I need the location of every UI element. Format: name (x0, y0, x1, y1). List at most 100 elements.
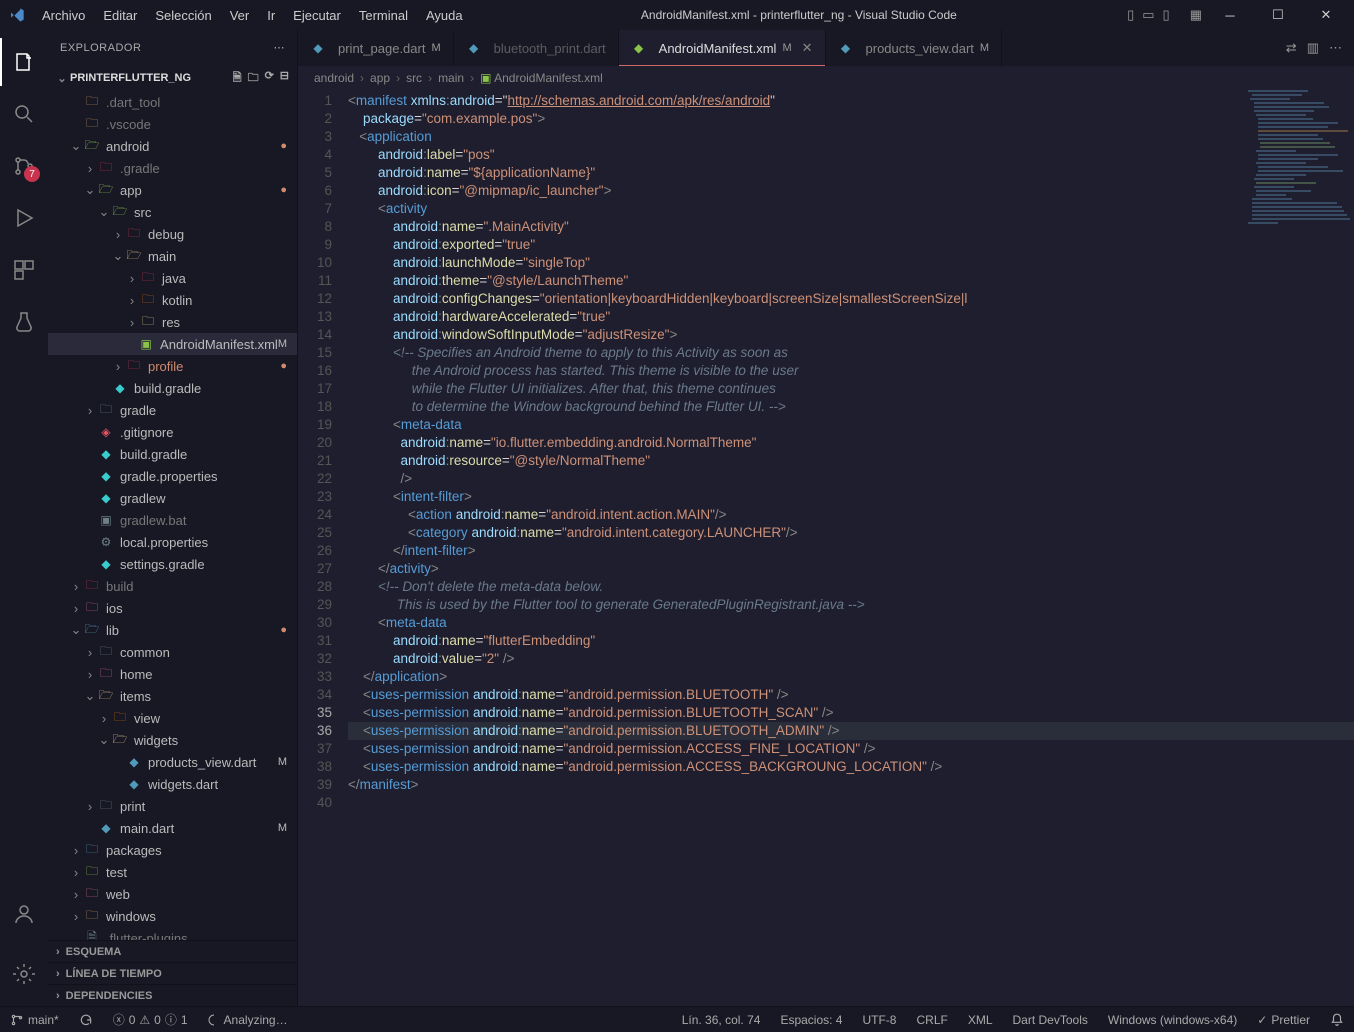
layout-sidebar-left-icon[interactable]: ▯ (1127, 7, 1134, 23)
tree-item[interactable]: ◆widgets.dart (48, 773, 297, 795)
tree-item[interactable]: ›🗀build (48, 575, 297, 597)
extensions-activity-icon[interactable] (0, 246, 48, 294)
tree-item[interactable]: ›🗀windows (48, 905, 297, 927)
menu-view[interactable]: Ver (222, 4, 258, 27)
tree-item[interactable]: ▣gradlew.bat (48, 509, 297, 531)
status-encoding[interactable]: UTF-8 (852, 1013, 906, 1027)
tree-item[interactable]: ◆main.dartM (48, 817, 297, 839)
tree-item[interactable]: 🗀.dart_tool (48, 91, 297, 113)
tree-item[interactable]: ⌄🗁app● (48, 179, 297, 201)
tree-item[interactable]: ⌄🗁lib● (48, 619, 297, 641)
tree-item[interactable]: ›🗀java (48, 267, 297, 289)
tree-item[interactable]: ◆settings.gradle (48, 553, 297, 575)
breadcrumb-item[interactable]: ▣ AndroidManifest.xml (480, 71, 603, 85)
status-linecol[interactable]: Lín. 36, col. 74 (672, 1013, 771, 1027)
tree-item[interactable]: ◆build.gradle (48, 443, 297, 465)
dependencies-panel[interactable]: ›DEPENDENCIES (48, 984, 297, 1006)
tree-item[interactable]: ▣AndroidManifest.xmlM (48, 333, 297, 355)
tree-item[interactable]: ◆gradlew (48, 487, 297, 509)
refresh-icon[interactable]: ⟳ (265, 69, 274, 88)
compare-changes-icon[interactable]: ⇄ (1286, 40, 1297, 56)
editor-tab[interactable]: ◆AndroidManifest.xmlM✕ (619, 30, 826, 66)
file-tree[interactable]: 🗀.dart_tool🗀.vscode⌄🗁android●›🗀.gradle⌄🗁… (48, 91, 297, 940)
close-window-button[interactable]: ✕ (1306, 0, 1346, 30)
tree-item[interactable]: ›🗀view (48, 707, 297, 729)
status-problems[interactable]: ⓧ0 ⚠0 ⓘ1 (103, 1011, 198, 1028)
layout-sidebar-right-icon[interactable]: ▯ (1163, 7, 1170, 23)
status-devtools[interactable]: Dart DevTools (1003, 1013, 1098, 1027)
status-notifications-icon[interactable] (1320, 1013, 1354, 1027)
tree-item[interactable]: ⌄🗁src (48, 201, 297, 223)
run-debug-activity-icon[interactable] (0, 194, 48, 242)
status-spaces[interactable]: Espacios: 4 (770, 1013, 852, 1027)
collapse-all-icon[interactable]: ⊟ (280, 69, 289, 88)
tree-item[interactable]: ›🗀ios (48, 597, 297, 619)
layout-panel-icon[interactable]: ▭ (1142, 7, 1154, 23)
maximize-button[interactable]: ☐ (1258, 0, 1298, 30)
menu-terminal[interactable]: Terminal (351, 4, 416, 27)
breadcrumb[interactable]: android›app›src›main›▣ AndroidManifest.x… (298, 66, 1354, 90)
menu-file[interactable]: Archivo (34, 4, 93, 27)
tree-item[interactable]: ›🗀home (48, 663, 297, 685)
outline-panel[interactable]: ›ESQUEMA (48, 940, 297, 962)
new-file-icon[interactable]: 🗎 (233, 69, 242, 88)
tree-item[interactable]: ◆products_view.dartM (48, 751, 297, 773)
close-tab-icon[interactable]: ✕ (802, 40, 813, 56)
testing-activity-icon[interactable] (0, 298, 48, 346)
explorer-more-icon[interactable]: ⋯ (274, 41, 286, 54)
tree-item[interactable]: ◆build.gradle (48, 377, 297, 399)
breadcrumb-item[interactable]: main (438, 71, 464, 85)
customize-layout-icon[interactable]: ▦ (1190, 7, 1202, 23)
editor-tab[interactable]: ◆print_page.dartM (298, 30, 454, 66)
menu-help[interactable]: Ayuda (418, 4, 471, 27)
breadcrumb-item[interactable]: android (314, 71, 354, 85)
menu-run[interactable]: Ejecutar (285, 4, 349, 27)
more-actions-icon[interactable]: ⋯ (1329, 40, 1342, 56)
code-content[interactable]: <manifest xmlns:android="http://schemas.… (348, 90, 1354, 1006)
tree-item[interactable]: ›🗀web (48, 883, 297, 905)
status-target[interactable]: Windows (windows-x64) (1098, 1013, 1247, 1027)
tree-item[interactable]: ⌄🗁main (48, 245, 297, 267)
breadcrumb-item[interactable]: src (406, 71, 422, 85)
menu-edit[interactable]: Editar (95, 4, 145, 27)
explorer-activity-icon[interactable] (0, 38, 48, 86)
tree-item[interactable]: ⌄🗁items (48, 685, 297, 707)
tree-item[interactable]: ⌄🗁android● (48, 135, 297, 157)
tree-item[interactable]: ›🗀kotlin (48, 289, 297, 311)
status-branch[interactable]: main* (0, 1013, 69, 1027)
tree-item[interactable]: ›🗀.gradle (48, 157, 297, 179)
menu-go[interactable]: Ir (259, 4, 283, 27)
scm-activity-icon[interactable]: 7 (0, 142, 48, 190)
account-activity-icon[interactable] (0, 890, 48, 938)
tree-item[interactable]: ›🗀profile● (48, 355, 297, 377)
tree-item[interactable]: ›🗀common (48, 641, 297, 663)
minimize-button[interactable]: ─ (1210, 0, 1250, 30)
tree-item[interactable]: ◆gradle.properties (48, 465, 297, 487)
tree-item[interactable]: ⌄🗁widgets (48, 729, 297, 751)
timeline-panel[interactable]: ›LÍNEA DE TIEMPO (48, 962, 297, 984)
tree-item[interactable]: ›🗀print (48, 795, 297, 817)
search-activity-icon[interactable] (0, 90, 48, 138)
tree-item[interactable]: ⚙local.properties (48, 531, 297, 553)
tree-item[interactable]: ›🗀res (48, 311, 297, 333)
editor-tab[interactable]: ◆products_view.dartM (826, 30, 1003, 66)
menu-selection[interactable]: Selección (147, 4, 219, 27)
breadcrumb-item[interactable]: app (370, 71, 390, 85)
status-eol[interactable]: CRLF (906, 1013, 957, 1027)
tree-item[interactable]: ›🗀test (48, 861, 297, 883)
status-sync[interactable] (69, 1013, 103, 1027)
tree-item[interactable]: ›🗀debug (48, 223, 297, 245)
tree-item[interactable]: 🗀.vscode (48, 113, 297, 135)
tree-item[interactable]: 🗎.flutter-plugins (48, 927, 297, 940)
split-editor-icon[interactable]: ▥ (1307, 40, 1319, 56)
status-analyzing[interactable]: Analyzing… (198, 1013, 298, 1027)
status-prettier[interactable]: ✓Prettier (1247, 1013, 1320, 1027)
new-folder-icon[interactable]: 🗀 (248, 69, 259, 88)
tree-item[interactable]: ◈.gitignore (48, 421, 297, 443)
project-header[interactable]: ⌄ PRINTERFLUTTER_NG 🗎 🗀 ⟳ ⊟ (48, 65, 297, 91)
status-lang[interactable]: XML (958, 1013, 1003, 1027)
settings-activity-icon[interactable] (0, 950, 48, 998)
editor-tab[interactable]: ◆bluetooth_print.dart (454, 30, 619, 66)
tree-item[interactable]: ›🗀gradle (48, 399, 297, 421)
tree-item[interactable]: ›🗀packages (48, 839, 297, 861)
